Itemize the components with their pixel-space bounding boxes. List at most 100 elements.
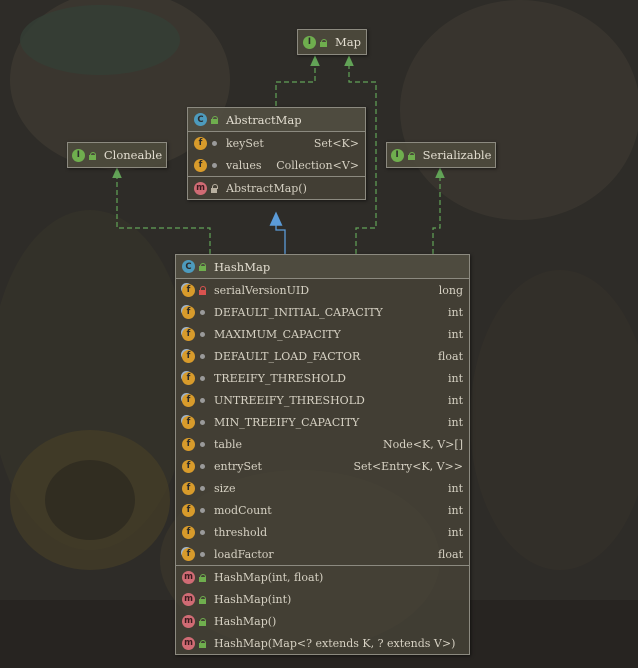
field-row[interactable]: f entrySet Set<Entry<K, V>> (176, 455, 469, 477)
public-visibility-icon (198, 639, 207, 648)
package-visibility-icon (198, 374, 207, 383)
static-field-icon: f (182, 283, 195, 297)
abstractmap-class-node[interactable]: C AbstractMap f keySet Set<K> f values Collec… (187, 107, 366, 200)
package-visibility-icon (198, 550, 207, 559)
package-visibility-icon (198, 308, 207, 317)
field-type: long (438, 283, 463, 297)
package-visibility-icon (210, 139, 219, 148)
public-visibility-icon (88, 151, 97, 160)
field-row[interactable]: f table Node<K, V>[] (176, 433, 469, 455)
field-type: int (447, 393, 463, 407)
hashmap-fields: f serialVersionUID long f DEFAULT_INITIAL_CA… (176, 279, 469, 565)
field-row[interactable]: f threshold int (176, 521, 469, 543)
static-field-icon: f (182, 305, 195, 319)
interface-icon: I (71, 148, 85, 162)
hashmap-class-header: C HashMap (176, 255, 469, 279)
static-field-icon: f (182, 327, 195, 341)
serializable-interface-node[interactable]: I Serializable (386, 142, 496, 168)
package-visibility-icon (198, 396, 207, 405)
method-row[interactable]: m HashMap(int) (176, 588, 469, 610)
field-icon: f (182, 525, 195, 539)
field-row[interactable]: f DEFAULT_LOAD_FACTOR float (176, 345, 469, 367)
field-type: Collection<V> (276, 158, 359, 172)
interface-icon: I (303, 35, 316, 49)
field-name: table (214, 437, 243, 451)
node-name: Serializable (422, 148, 492, 162)
method-signature: AbstractMap() (226, 181, 307, 195)
abstractmap-fields: f keySet Set<K> f values Collection<V> (188, 132, 365, 176)
field-row[interactable]: f keySet Set<K> (188, 132, 365, 154)
package-visibility-icon (198, 440, 207, 449)
method-row[interactable]: m HashMap(int, float) (176, 566, 469, 588)
method-icon: m (182, 570, 195, 584)
field-row[interactable]: f loadFactor float (176, 543, 469, 565)
method-row[interactable]: m HashMap(Map<? extends K, ? extends V>) (176, 632, 469, 654)
field-type: int (447, 327, 463, 341)
field-row[interactable]: f UNTREEIFY_THRESHOLD int (176, 389, 469, 411)
field-row[interactable]: f MIN_TREEIFY_CAPACITY int (176, 411, 469, 433)
method-signature: HashMap(int) (214, 592, 292, 606)
field-icon: f (182, 503, 195, 517)
static-field-icon: f (182, 547, 195, 561)
serializable-interface-header: I Serializable (387, 143, 495, 167)
field-type: int (447, 371, 463, 385)
class-icon: C (182, 260, 195, 273)
package-visibility-icon (198, 330, 207, 339)
field-name: UNTREEIFY_THRESHOLD (214, 393, 365, 407)
package-visibility-icon (198, 352, 207, 361)
abstractmap-methods: m AbstractMap() (188, 177, 365, 199)
edge-hashmap-implements-serializable (432, 167, 445, 254)
public-visibility-icon (198, 262, 207, 271)
cloneable-interface-node[interactable]: I Cloneable (67, 142, 167, 168)
method-icon: m (182, 592, 195, 606)
method-icon: m (182, 614, 195, 628)
hashmap-class-node[interactable]: C HashMap f serialVersionUID long f DEFAULT_… (175, 254, 470, 655)
method-icon: m (182, 636, 195, 650)
field-type: Node<K, V>[] (383, 437, 463, 451)
package-visibility-icon (198, 418, 207, 427)
package-visibility-icon (198, 462, 207, 471)
method-row[interactable]: m HashMap() (176, 610, 469, 632)
field-type: int (447, 503, 463, 517)
static-field-icon: f (182, 415, 195, 429)
field-icon: f (194, 136, 207, 150)
public-visibility-icon (198, 573, 207, 582)
public-visibility-icon (210, 115, 219, 124)
field-name: threshold (214, 525, 268, 539)
field-type: float (438, 547, 463, 561)
public-visibility-icon (319, 38, 328, 47)
package-visibility-icon (198, 506, 207, 515)
abstractmap-class-header: C AbstractMap (188, 108, 365, 132)
field-name: MIN_TREEIFY_CAPACITY (214, 415, 360, 429)
field-row[interactable]: f TREEIFY_THRESHOLD int (176, 367, 469, 389)
field-row[interactable]: f serialVersionUID long (176, 279, 469, 301)
field-row[interactable]: f size int (176, 477, 469, 499)
private-visibility-icon (198, 285, 207, 295)
public-visibility-icon (198, 617, 207, 626)
field-icon: f (182, 459, 195, 473)
field-type: int (447, 525, 463, 539)
node-name: HashMap (214, 259, 271, 274)
field-type: int (447, 305, 463, 319)
field-type: Set<K> (313, 136, 359, 150)
field-row[interactable]: f modCount int (176, 499, 469, 521)
field-row[interactable]: f values Collection<V> (188, 154, 365, 176)
protected-visibility-icon (210, 183, 219, 193)
method-signature: HashMap(int, float) (214, 570, 324, 584)
method-row[interactable]: m AbstractMap() (188, 177, 365, 199)
field-type: Set<Entry<K, V>> (353, 459, 464, 473)
static-field-icon: f (182, 349, 195, 363)
static-field-icon: f (182, 371, 195, 385)
field-row[interactable]: f MAXIMUM_CAPACITY int (176, 323, 469, 345)
field-name: TREEIFY_THRESHOLD (214, 371, 346, 385)
field-row[interactable]: f DEFAULT_INITIAL_CAPACITY int (176, 301, 469, 323)
map-interface-node[interactable]: I Map (297, 29, 367, 55)
node-name: AbstractMap (226, 112, 302, 127)
cloneable-interface-header: I Cloneable (68, 143, 166, 167)
public-visibility-icon (407, 151, 416, 160)
node-name: Cloneable (103, 148, 163, 162)
method-signature: HashMap() (214, 614, 277, 628)
package-visibility-icon (198, 528, 207, 537)
field-name: entrySet (214, 459, 262, 473)
field-icon: f (182, 437, 195, 451)
